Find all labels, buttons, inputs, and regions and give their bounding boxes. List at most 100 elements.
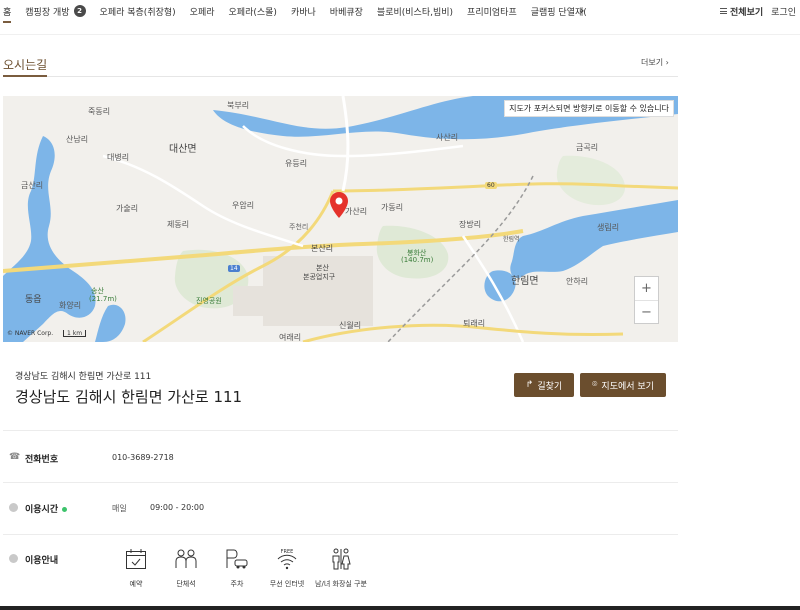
- top-navigation: 홈 캠핑장 개방 2 오페라 복층(취장형) 오페라 오페라(스몰) 카바나 바베…: [0, 0, 800, 23]
- map-label: 가술리: [116, 204, 139, 213]
- tab-label: 오페라 복층(취장형): [99, 7, 176, 18]
- map-label: 본공업지구: [303, 273, 336, 281]
- map-label: 본산리: [311, 244, 334, 253]
- clock-icon: [9, 503, 18, 512]
- amenity-wifi: FREE 무선 인터넷: [257, 548, 317, 589]
- map-label: 신월리: [339, 321, 362, 330]
- tab-label: 카바나: [290, 7, 316, 18]
- tab-camping-open[interactable]: 캠핑장 개방 2: [25, 5, 86, 18]
- map-label: 대산면: [169, 144, 197, 155]
- chevron-right-icon[interactable]: ›: [580, 4, 584, 17]
- map-label: 한림역: [503, 236, 520, 243]
- route-button-label: 길찾기: [537, 381, 563, 392]
- map-label: (21.7m): [89, 295, 117, 303]
- view-map-button[interactable]: ⌾ 지도에서 보기: [580, 373, 666, 397]
- green-area: [556, 155, 626, 206]
- tab-label: 블로비(비스타,빔비): [376, 7, 454, 18]
- tab-cabana[interactable]: 카바나: [291, 5, 316, 18]
- map-label: 금산리: [21, 181, 44, 190]
- map-view[interactable]: 북부리 죽동리 산남리 대산면 대병리 유등리 금산리 가술리 우암리 가산리 …: [3, 96, 678, 342]
- map-label: 한림면: [511, 276, 539, 287]
- tab-label: 홈: [3, 7, 12, 18]
- hours-label: 이용시간: [25, 502, 68, 515]
- road: [341, 96, 350, 192]
- wifi-free-tag: FREE: [281, 549, 294, 555]
- wifi-icon: FREE: [277, 549, 297, 570]
- calendar-check-icon: [126, 549, 146, 569]
- tab-opera[interactable]: 오페라: [190, 5, 215, 18]
- route-marker: 60: [485, 182, 497, 189]
- hours-day: 매일: [112, 504, 127, 513]
- guide-label: 이용안내: [25, 556, 59, 566]
- map-copyright: © NAVER Corp.: [7, 330, 54, 337]
- all-menu-button[interactable]: 전체보기: [720, 5, 763, 18]
- tab-opera-small[interactable]: 오페라(스몰): [229, 5, 277, 18]
- river: [510, 200, 678, 279]
- map-label: 진영공원: [196, 297, 222, 305]
- count-badge: 2: [73, 5, 86, 17]
- map-label: 산남리: [66, 135, 89, 144]
- divider: [3, 76, 678, 77]
- map-label: 북부리: [227, 101, 250, 110]
- divider: [3, 482, 678, 483]
- divider: [0, 34, 800, 35]
- address-title: 경상남도 김해시 한림면 가산로 111: [15, 388, 243, 406]
- tab-label: 바베큐장: [329, 7, 363, 18]
- tab-home[interactable]: 홈: [3, 5, 12, 23]
- bottom-bar: [0, 606, 800, 610]
- map-label: 대병리: [107, 153, 130, 162]
- more-label: 더보기: [641, 58, 664, 67]
- chevron-right-icon: ›: [665, 58, 669, 67]
- tab-label: 글램핑 단열재(: [530, 7, 587, 18]
- login-link[interactable]: 로그인: [771, 5, 796, 18]
- map-label: 주천리: [289, 223, 309, 231]
- map-label: 사산리: [436, 133, 459, 142]
- directions-icon: ↱: [525, 380, 534, 390]
- tab-opera-duplex[interactable]: 오페라 복층(취장형): [100, 5, 176, 18]
- map-label: 가동리: [381, 203, 404, 212]
- tab-premium-tarp[interactable]: 프리미엄타프: [467, 5, 517, 18]
- map-tooltip: 지도가 포커스되면 방향키로 이동할 수 있습니다: [504, 100, 674, 117]
- lake: [3, 136, 96, 342]
- tab-label: 오페라: [189, 7, 215, 18]
- tab-bbq[interactable]: 바베큐장: [330, 5, 363, 18]
- zoom-out-button[interactable]: −: [635, 300, 658, 323]
- parking-icon: [226, 549, 248, 569]
- map-label: 제동리: [167, 220, 190, 229]
- map-pin-icon: ⌾: [592, 380, 598, 390]
- map-label: 가산리: [345, 207, 368, 216]
- tab-label: 오페라(스몰): [228, 7, 277, 18]
- group-icon: [175, 549, 197, 568]
- menu-icon: [720, 8, 728, 14]
- phone-label: 전화번호: [25, 455, 59, 465]
- map-label: 금곡리: [576, 143, 599, 152]
- address-small: 경상남도 김해시 한림면 가산로 111: [15, 372, 152, 382]
- section-title-underline: [3, 75, 47, 77]
- map-label: 생림리: [597, 223, 620, 232]
- view-map-button-label: 지도에서 보기: [601, 381, 654, 392]
- map-label: 유등리: [285, 159, 308, 168]
- route-button[interactable]: ↱ 길찾기: [514, 373, 574, 397]
- open-status-dot: [62, 507, 68, 512]
- map-label: 죽동리: [88, 107, 111, 116]
- section-title: 오시는길: [3, 58, 48, 72]
- more-link[interactable]: 더보기 ›: [641, 57, 669, 68]
- map-canvas: [3, 96, 678, 342]
- map-label: 장방리: [459, 220, 482, 229]
- phone-icon: ☎: [9, 452, 21, 462]
- map-label: 동읍: [25, 295, 42, 305]
- urban-area: [233, 286, 273, 316]
- tab-glamping[interactable]: 글램핑 단열재(: [531, 5, 587, 18]
- amenity-restroom: 남/녀 화장실 구분: [311, 548, 371, 589]
- highway: [332, 182, 678, 193]
- phone-value[interactable]: 010-3689-2718: [112, 453, 174, 462]
- amenity-label: 남/녀 화장실 구분: [315, 580, 367, 588]
- amenity-label: 무선 인터넷: [269, 580, 305, 588]
- zoom-in-button[interactable]: +: [635, 277, 658, 300]
- divider: [3, 534, 678, 535]
- zoom-control: + −: [634, 276, 659, 324]
- tab-label: 캠핑장 개방: [25, 7, 70, 18]
- route-marker: 14: [228, 265, 240, 272]
- map-scale: 1 km: [63, 330, 87, 337]
- tab-blobi[interactable]: 블로비(비스타,빔비): [377, 5, 453, 18]
